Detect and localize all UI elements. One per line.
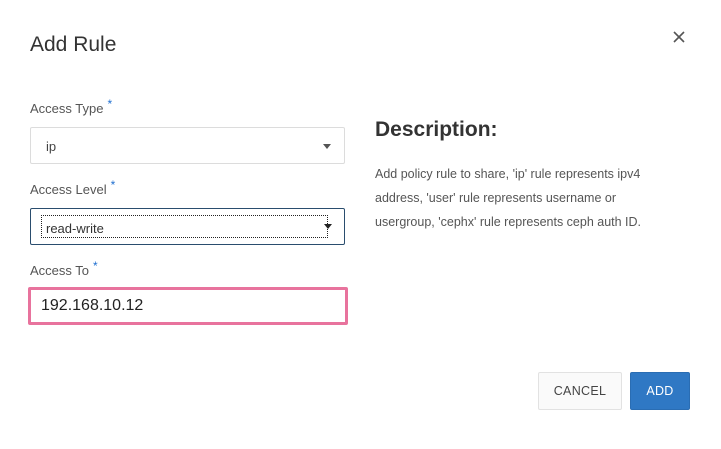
close-button[interactable]	[668, 26, 690, 48]
access-type-value: ip	[46, 139, 57, 154]
access-level-label: Access Level *	[30, 178, 115, 197]
access-to-input[interactable]	[28, 287, 348, 325]
required-mark: *	[110, 178, 116, 192]
description-text: Add policy rule to share, 'ip' rule repr…	[375, 167, 642, 229]
access-type-label: Access Type *	[30, 97, 112, 116]
close-icon	[673, 31, 685, 43]
access-level-value: read-write	[46, 221, 104, 236]
access-to-label-text: Access To	[30, 263, 90, 278]
cancel-button[interactable]: CANCEL	[538, 372, 622, 410]
required-mark: *	[93, 259, 98, 273]
caret-down-icon	[324, 224, 332, 229]
description-title: Description:	[375, 118, 498, 141]
required-mark: *	[107, 97, 113, 111]
focus-outline: read-write	[41, 215, 328, 238]
access-type-select[interactable]: ip	[30, 127, 345, 164]
access-level-label-text: Access Level	[30, 182, 107, 197]
dialog-title: Add Rule	[30, 33, 117, 56]
access-type-label-text: Access Type	[30, 101, 104, 116]
add-button[interactable]: ADD	[630, 372, 690, 410]
access-to-label: Access To *	[30, 259, 98, 278]
add-rule-dialog: Add Rule Access Type * ip Access Level * r…	[0, 0, 721, 449]
access-level-select[interactable]: read-write	[30, 208, 345, 245]
caret-down-icon	[323, 144, 331, 149]
